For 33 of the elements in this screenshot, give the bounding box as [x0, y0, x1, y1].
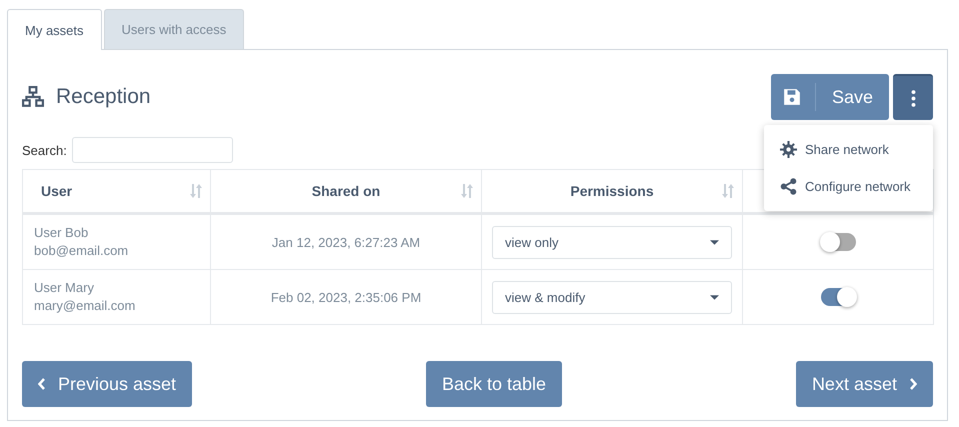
caret-icon	[710, 294, 719, 300]
column-header[interactable]: Shared on	[210, 170, 482, 214]
share-icon	[780, 178, 797, 195]
toggle-switch[interactable]	[820, 288, 856, 306]
next-button[interactable]: Next asset	[796, 361, 933, 407]
search-field[interactable]	[72, 137, 233, 163]
previous-button[interactable]: Previous asset	[22, 361, 192, 407]
caret-icon	[710, 240, 719, 244]
chevron-right-icon	[908, 378, 917, 390]
table-cell: Feb 02, 2023, 2:35:06 PM	[210, 270, 482, 324]
menu-item[interactable]: Share network	[764, 131, 933, 168]
gear-icon	[780, 141, 797, 158]
tab[interactable]: My assets	[7, 9, 102, 50]
sort-icon	[722, 184, 734, 198]
sort-icon	[190, 184, 202, 198]
column-header[interactable]: Permissions	[482, 170, 742, 214]
asset-title: Reception	[56, 85, 151, 109]
permission-dropdown[interactable]: view only	[492, 226, 732, 258]
table-cell: User Bob bob@email.com	[22, 214, 210, 270]
save-button[interactable]: Save	[770, 74, 889, 120]
toggle-switch[interactable]	[820, 233, 856, 252]
chevron-left-icon	[38, 378, 46, 390]
network-icon	[22, 86, 44, 108]
back-button[interactable]: Back to table	[426, 361, 562, 407]
table-cell: Jan 12, 2023, 6:27:23 AM	[210, 214, 482, 270]
search-label: Search:	[22, 142, 67, 158]
column-header[interactable]: User	[22, 170, 210, 214]
table-cell: User Mary mary@email.com	[22, 270, 210, 324]
kebab-icon	[910, 90, 916, 106]
more-button[interactable]	[893, 74, 933, 120]
permission-dropdown[interactable]: view & modify	[492, 280, 732, 314]
floppy-icon	[782, 88, 801, 106]
sort-icon	[461, 184, 473, 198]
